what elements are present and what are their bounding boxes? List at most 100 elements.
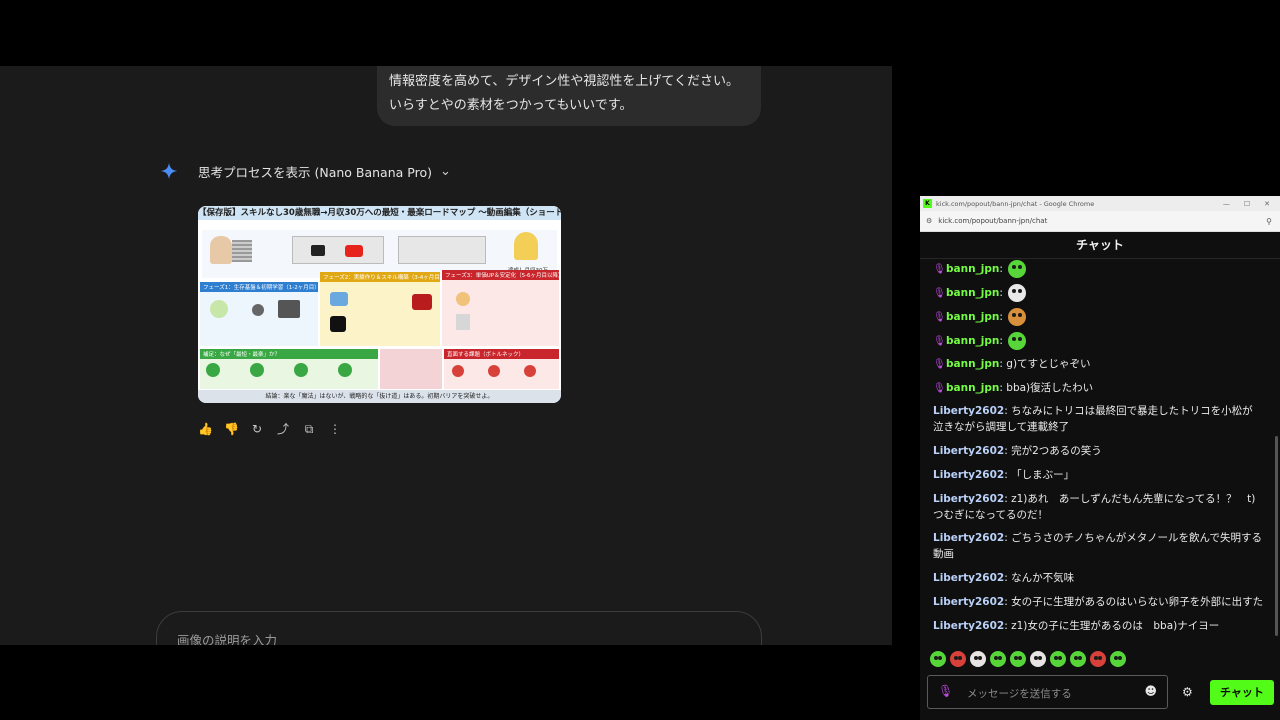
thumbs-down-icon[interactable]: 👎 [224,422,239,436]
green-face-emote-icon[interactable] [990,651,1006,667]
green-face-emote-icon[interactable] [930,651,946,667]
chat-username[interactable]: Liberty2602 [933,532,1004,544]
chat-username[interactable]: Liberty2602 [933,445,1004,457]
chat-header: チャット [920,232,1280,259]
green-face-emote-icon[interactable] [1010,651,1026,667]
zoom-icon[interactable]: ⚲ [1266,217,1272,226]
emoji-picker-icon[interactable]: ☻ [1144,684,1157,698]
copy-icon[interactable]: ⧉ [302,422,316,436]
camera-icon [311,245,325,256]
chat-message: Liberty2602: なんか不気味 [933,572,1075,584]
green-face-emote-icon[interactable] [1050,651,1066,667]
response-actions: 👍 👎 ↻ ⤴ ⧉ ⋮ [198,422,342,436]
chat-message: 🎙bann_jpn: [933,260,1263,278]
quick-emote-bar [930,651,1126,667]
send-chat-button[interactable]: チャット [1210,680,1274,705]
prompt-placeholder: 画像の説明を入力 [177,633,278,645]
chat-username[interactable]: Liberty2602 [933,405,1004,417]
minimize-icon[interactable]: — [1223,200,1230,208]
chat-scrollbar[interactable] [1275,436,1278,636]
chat-username[interactable]: Liberty2602 [933,469,1004,481]
chat-username[interactable]: bann_jpn [946,335,999,347]
spacer-panel [380,349,442,389]
why-panel: 補足：なぜ「最短・最楽」か？ [200,349,378,389]
chat-message: Liberty2602: z1)女の子に生理があるのは bba)ナイヨー [933,620,1220,632]
chat-text: 完が2つあるの笑う [1011,445,1102,457]
chat-text: z1)女の子に生理があるのは bba)ナイヨー [1011,620,1220,632]
chat-username[interactable]: bann_jpn [946,287,999,299]
chat-username[interactable]: Liberty2602 [933,596,1004,608]
chat-username[interactable]: bann_jpn [946,311,999,323]
regenerate-icon[interactable]: ↻ [250,422,264,436]
check-icon [206,363,220,377]
more-options-icon[interactable]: ⋮ [328,422,342,436]
user-message-bubble: 情報密度を高めて、デザイン性や視認性を上げてください。いらすとやの素材をつかって… [377,66,761,126]
chat-username[interactable]: bann_jpn [946,263,999,275]
sunglasses-emote-icon[interactable] [970,651,986,667]
warning-icon [452,365,464,377]
phase2-header: フェーズ2：実績作り＆スキル構築（3-4ヶ月目） [320,272,440,282]
chat-text: 「しまぶー」 [1011,469,1075,481]
window-titlebar: K kick.com/popout/bann-jpn/chat - Google… [920,196,1280,211]
check-icon [250,363,264,377]
chat-text: g)てすとじゃぞい [1006,358,1091,370]
white-face-emote-icon[interactable] [1030,651,1046,667]
share-icon[interactable]: ⤴ [276,422,290,436]
phase3-panel: フェーズ3：単価UP＆安定化（5-6ヶ月目以降） [442,270,559,346]
infographic-footer: 結論：楽な「魔法」はないが、戦略的な「抜け道」はある。初期バリアを突破せよ。 [198,390,561,403]
chevron-down-icon: ⌄ [440,163,451,179]
close-icon[interactable]: ✕ [1264,200,1270,208]
maximize-icon[interactable]: ☐ [1244,200,1250,208]
green-face-emote-icon [1008,260,1027,278]
why-header: 補足：なぜ「最短・最楽」か？ [200,349,378,359]
prompt-input[interactable]: 画像の説明を入力 [156,611,762,645]
broadcaster-mic-icon: 🎙 [933,383,946,394]
chat-username[interactable]: Liberty2602 [933,572,1004,584]
document-illustration [456,314,470,330]
phase3-header: フェーズ3：単価UP＆安定化（5-6ヶ月目以降） [442,270,559,280]
short-video-box [398,236,486,264]
broadcaster-mic-icon: 🎙 [933,264,946,275]
chat-message-input[interactable]: 🎙 メッセージを送信する ☻ [927,675,1168,709]
chat-message: 🎙bann_jpn: g)てすとじゃぞい [933,356,1263,373]
thinking-process-toggle[interactable]: 思考プロセスを表示 (Nano Banana Pro) ⌄ [160,160,451,182]
thumbs-up-icon[interactable]: 👍 [198,422,213,436]
kick-chat-window: K kick.com/popout/bann-jpn/chat - Google… [920,196,1280,720]
gear-illustration [252,304,264,316]
mic-icon[interactable]: 🎙 [938,684,953,698]
success-person-illustration [514,232,538,260]
chat-text: bba)復活したわい [1006,382,1094,394]
phase1-panel: フェーズ1：生存基盤＆初期学習（1-2ヶ月目） [200,282,318,346]
chat-text: なんか不気味 [1011,572,1075,584]
green-face-emote-icon[interactable] [1070,651,1086,667]
chat-message: 🎙bann_jpn: bba)復活したわい [933,380,1263,397]
caution-header: 直面する課題（ボトルネック） [444,349,559,359]
chat-username[interactable]: Liberty2602 [933,493,1004,505]
green-face-emote-icon[interactable] [1110,651,1126,667]
thinking-process-label: 思考プロセスを表示 (Nano Banana Pro) [198,164,432,180]
chat-message: Liberty2602: z1)あれ あーしずんだもん先輩になってる！？ t)つ… [933,493,1256,521]
chat-username[interactable]: bann_jpn [946,358,999,370]
chat-message: Liberty2602: 女の子に生理があるのはいらない卵子を外部に出すため [933,594,1263,610]
chat-username[interactable]: Liberty2602 [933,620,1004,632]
address-bar[interactable]: ⚙ kick.com/popout/bann-jpn/chat ⚲ [920,211,1280,232]
address-text: kick.com/popout/bann-jpn/chat [938,217,1048,225]
site-info-icon[interactable]: ⚙ [926,217,932,225]
angry-face-emote-icon[interactable] [1090,651,1106,667]
chat-message: 🎙bann_jpn: [933,284,1263,302]
youtube-icon [345,245,363,257]
sunglasses-emote-icon [1008,284,1027,302]
cyclist-illustration [210,300,228,318]
chat-settings-gear-icon[interactable]: ⚙ [1182,685,1193,699]
chat-message: 🎙bann_jpn: [933,332,1263,350]
chat-username[interactable]: bann_jpn [946,382,999,394]
broadcaster-mic-icon: 🎙 [933,359,946,370]
phase2-panel: フェーズ2：実績作り＆スキル構築（3-4ヶ月目） [320,272,440,346]
chat-message: 🎙bann_jpn: [933,308,1263,326]
kick-favicon-icon: K [923,199,932,208]
cheap-client-illustration [412,294,432,310]
window-title: kick.com/popout/bann-jpn/chat - Google C… [936,199,1095,208]
generated-infographic-image[interactable]: 【保存版】スキルなし30歳無職→月収30万への最短・最楽ロードマップ ～動画編集… [198,206,561,403]
red-face-emote-icon[interactable] [950,651,966,667]
gemini-chat-pane: 情報密度を高めて、デザイン性や視認性を上げてください。いらすとやの素材をつかって… [0,66,892,645]
